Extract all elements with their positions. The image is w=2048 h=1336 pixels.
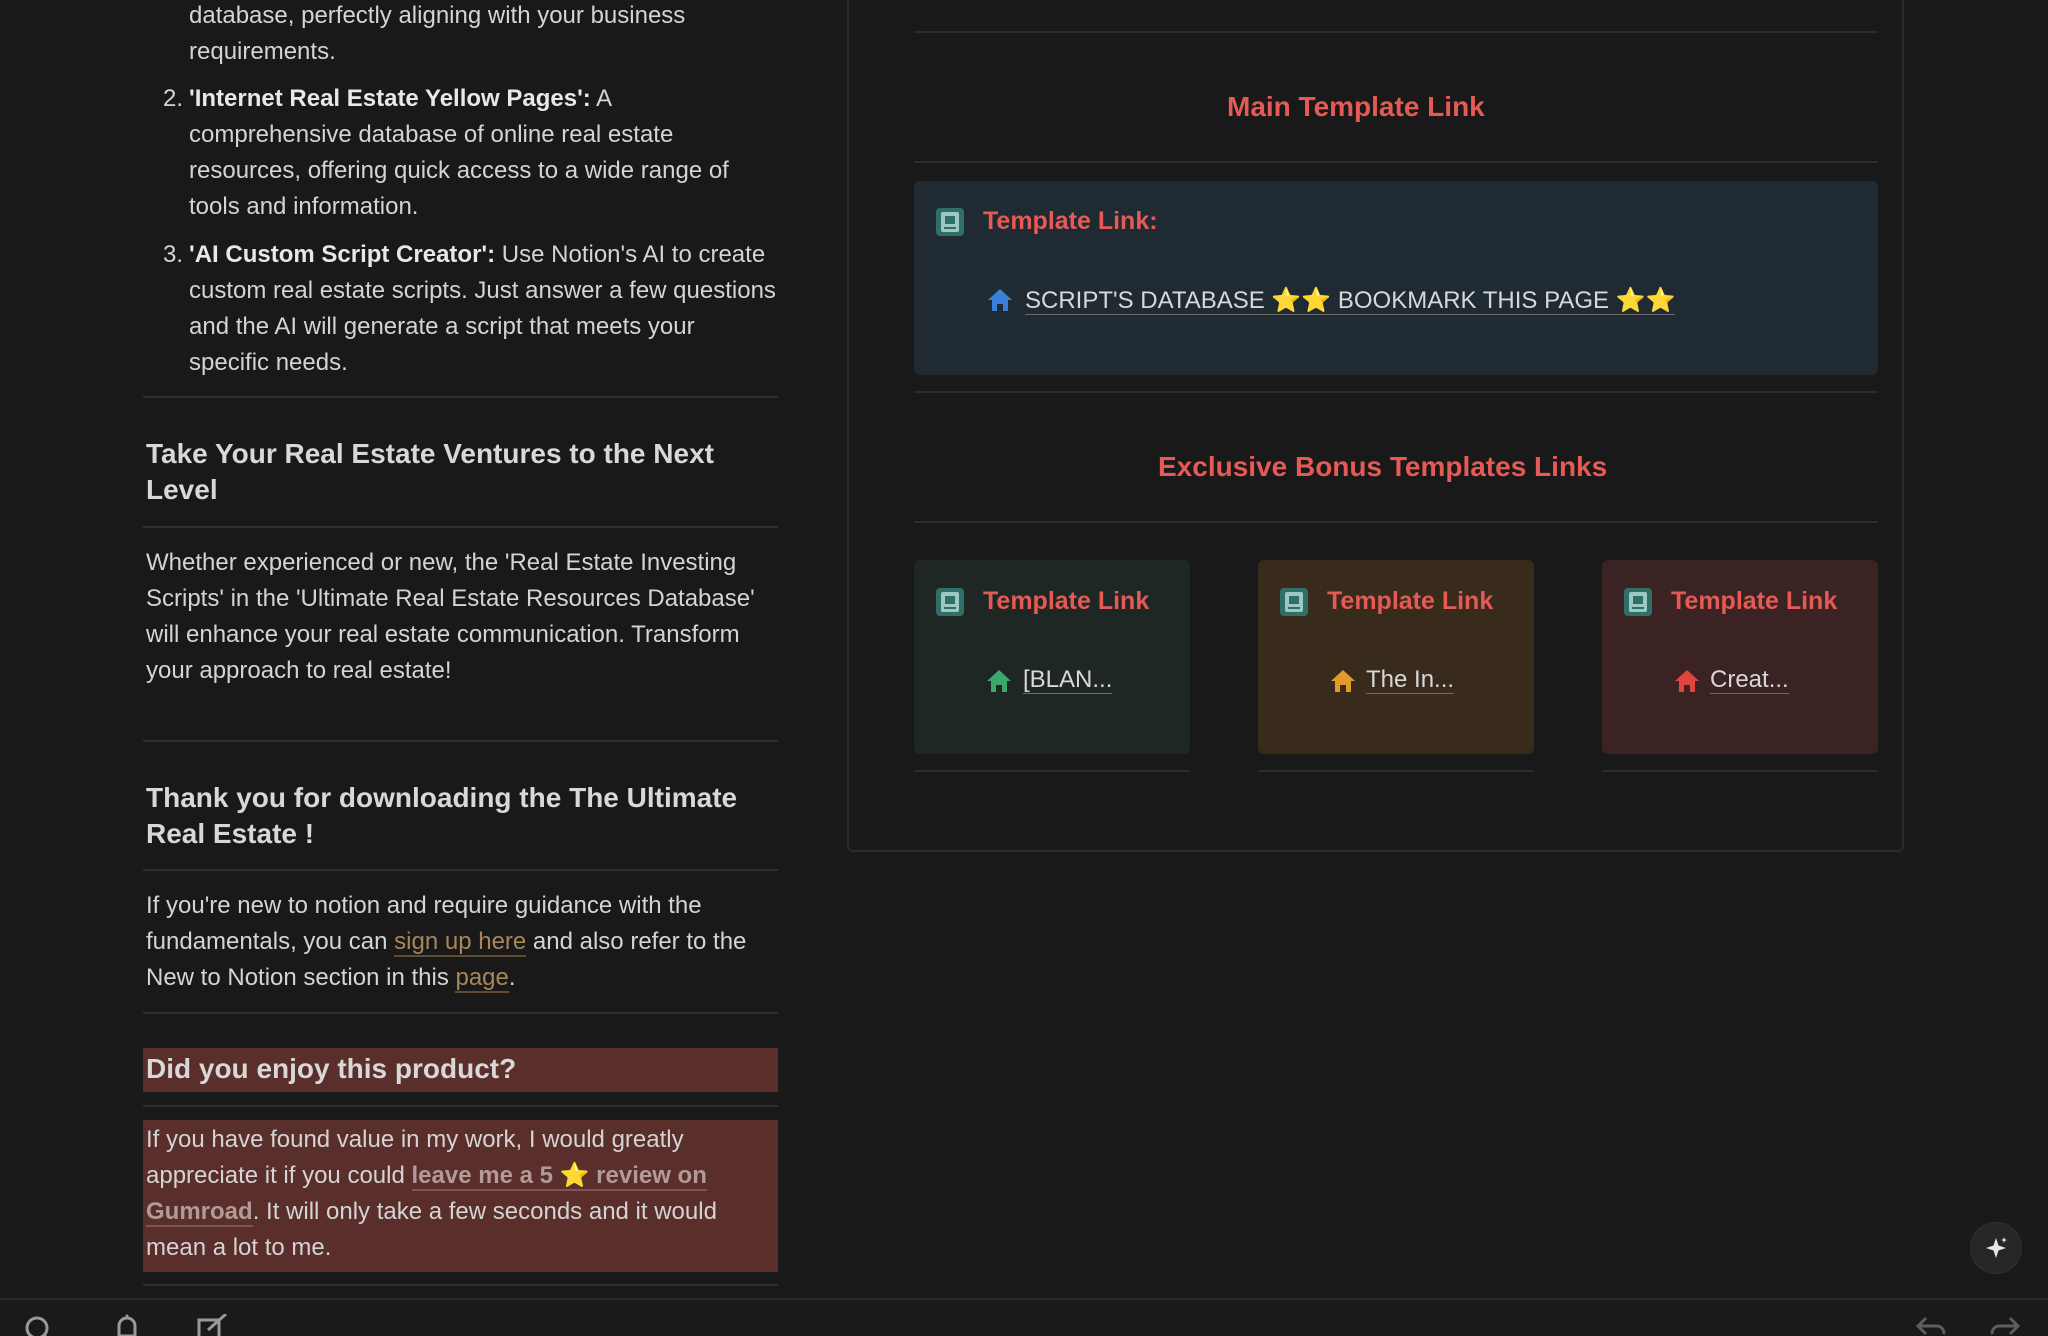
bonus-link-3[interactable]: Creat... bbox=[1710, 666, 1789, 694]
ai-assistant-button[interactable] bbox=[1970, 1222, 2022, 1274]
notion-page: database, perfectly aligning with your b… bbox=[0, 0, 2048, 1336]
divider bbox=[914, 770, 1190, 772]
list-number: 3. bbox=[162, 241, 183, 268]
back-arrow-icon[interactable] bbox=[1914, 1314, 1948, 1336]
heading-thanks: Thank you for downloading the The Ultima… bbox=[146, 782, 738, 849]
review-callout: If you have found value in my work, I wo… bbox=[143, 1120, 778, 1272]
divider bbox=[143, 1284, 778, 1286]
house-icon bbox=[1331, 670, 1355, 692]
bonus-card-title: Template Link bbox=[1671, 587, 1838, 615]
divider bbox=[1258, 770, 1534, 772]
divider bbox=[914, 521, 1878, 523]
divider bbox=[914, 391, 1878, 393]
scripts-database-link[interactable]: SCRIPT'S DATABASE ⭐️⭐️ BOOKMARK THIS PAG… bbox=[1025, 286, 1676, 315]
paragraph-text: . bbox=[508, 964, 516, 991]
bonus-card-title: Template Link bbox=[1327, 587, 1494, 615]
sparkle-icon bbox=[1986, 1237, 2007, 1258]
house-icon bbox=[987, 670, 1011, 692]
database-page-icon bbox=[1280, 588, 1308, 616]
list-number: 2. bbox=[162, 85, 183, 112]
scripts-database-link-text[interactable]: SCRIPT'S DATABASE ⭐️⭐️ BOOKMARK THIS PAG… bbox=[1025, 287, 1676, 315]
bell-icon[interactable] bbox=[110, 1314, 144, 1336]
divider bbox=[143, 396, 778, 398]
divider bbox=[143, 1105, 778, 1107]
paragraph-whether: Whether experienced or new, the 'Real Es… bbox=[146, 549, 755, 684]
house-icon bbox=[988, 289, 1012, 311]
heading-next-level: Take Your Real Estate Ventures to the Ne… bbox=[146, 438, 714, 505]
bonus-link-2-text[interactable]: The In... bbox=[1366, 666, 1455, 694]
sign-up-link[interactable]: sign up here bbox=[394, 928, 527, 957]
list-item-text: 'AI Custom Script Creator': Use Notion's… bbox=[189, 237, 778, 381]
paragraph-notion-help: If you're new to notion and require guid… bbox=[146, 888, 778, 996]
main-card-title: Template Link: bbox=[983, 207, 1158, 235]
divider bbox=[143, 526, 778, 528]
forward-arrow-icon[interactable] bbox=[1988, 1314, 2022, 1336]
bonus-templates-heading: Exclusive Bonus Templates Links bbox=[1158, 451, 1608, 482]
bonus-link-1[interactable]: [BLAN... bbox=[1023, 666, 1113, 694]
bonus-link-2[interactable]: The In... bbox=[1366, 666, 1455, 694]
divider bbox=[914, 31, 1878, 33]
divider bbox=[143, 740, 778, 742]
page-link[interactable]: page bbox=[455, 964, 509, 993]
bottom-toolbar bbox=[0, 1298, 2048, 1336]
database-page-icon bbox=[936, 588, 964, 616]
bonus-link-1-text[interactable]: [BLAN... bbox=[1023, 666, 1113, 694]
list-item-bold: 'Internet Real Estate Yellow Pages': bbox=[189, 85, 591, 112]
bonus-link-3-text[interactable]: Creat... bbox=[1710, 666, 1789, 694]
divider bbox=[914, 161, 1878, 163]
heading-enjoy: Did you enjoy this product? bbox=[146, 1053, 517, 1084]
list-item-bold: 'AI Custom Script Creator': bbox=[189, 241, 496, 268]
enjoy-heading-block: Did you enjoy this product? bbox=[143, 1048, 778, 1092]
divider bbox=[143, 1012, 778, 1014]
divider bbox=[1602, 770, 1878, 772]
main-template-heading: Main Template Link bbox=[1227, 91, 1485, 122]
compose-icon[interactable] bbox=[196, 1314, 230, 1336]
search-icon[interactable] bbox=[22, 1314, 56, 1336]
divider bbox=[143, 869, 778, 871]
database-page-icon bbox=[936, 208, 964, 236]
bonus-card-title: Template Link bbox=[983, 587, 1150, 615]
house-icon bbox=[1675, 670, 1699, 692]
list-item-text: 'Internet Real Estate Yellow Pages': A c… bbox=[189, 81, 778, 225]
paragraph-review: If you have found value in my work, I wo… bbox=[146, 1122, 778, 1266]
database-page-icon bbox=[1624, 588, 1652, 616]
list-item-text: database, perfectly aligning with your b… bbox=[189, 2, 686, 65]
